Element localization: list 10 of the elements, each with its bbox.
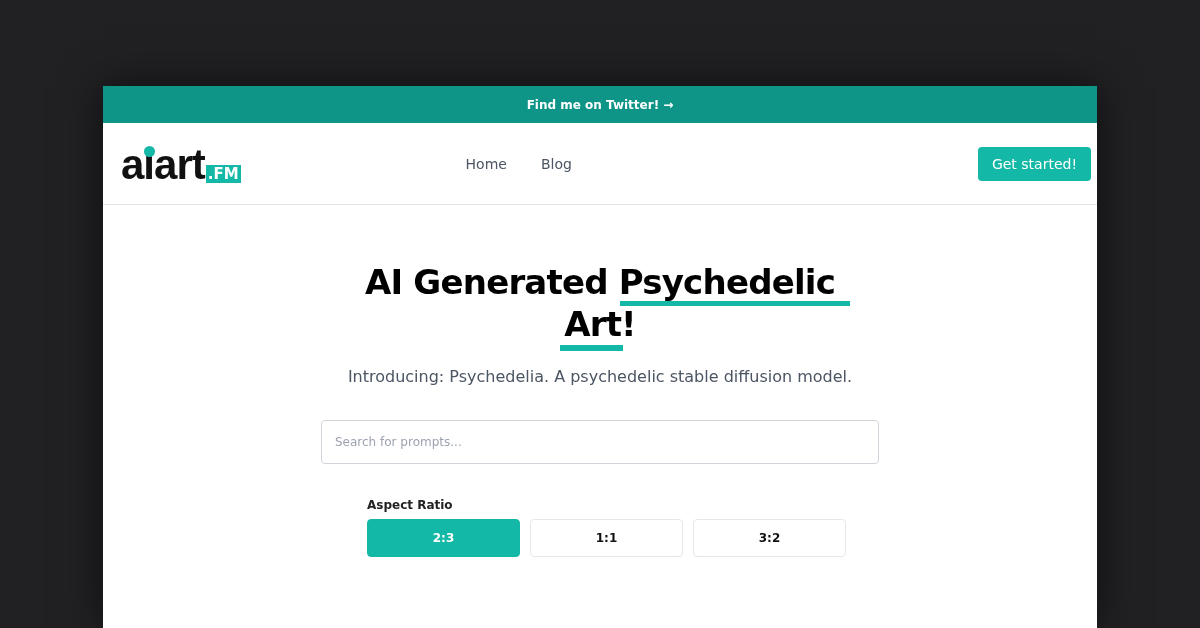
aspect-ratio-option[interactable]: 1:1 (530, 519, 683, 557)
aspect-ratio-option[interactable]: 3:2 (693, 519, 846, 557)
nav-link[interactable]: Home (465, 155, 507, 172)
aspect-ratio-label: Aspect Ratio (367, 498, 454, 512)
twitter-link[interactable]: Find me on Twitter! → (526, 97, 674, 112)
search-field[interactable]: Search for prompts... (321, 420, 879, 464)
subtitle: Introducing: Psychedelia. A psychedelic stable diffusion model. (347, 367, 853, 386)
page-title: AI Generated Psychedelic Art! (363, 261, 836, 345)
nav-link[interactable]: Blog (540, 155, 572, 172)
site-logo[interactable]: aiart.FM (121, 139, 241, 188)
